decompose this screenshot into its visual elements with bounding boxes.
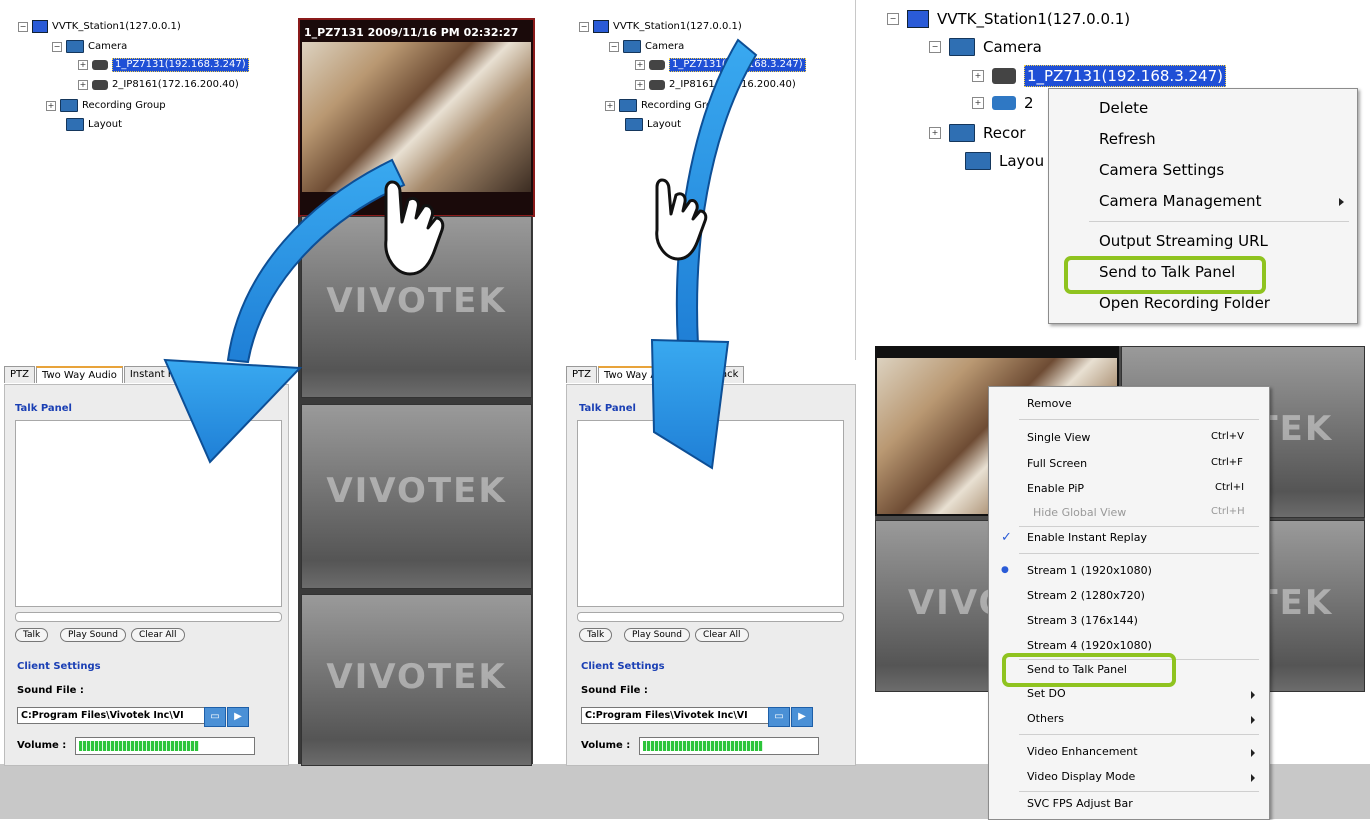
annotation-overlay: [163, 38, 758, 470]
curved-arrow-left-icon: [163, 158, 406, 464]
hand-cursor-icon: [384, 180, 445, 276]
